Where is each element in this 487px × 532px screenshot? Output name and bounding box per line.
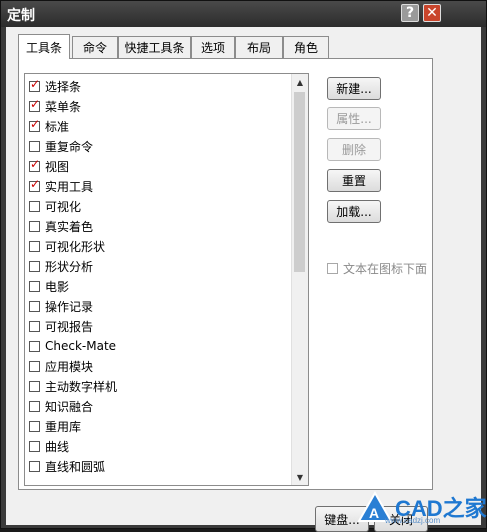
list-item[interactable]: 主动数字样机: [25, 376, 293, 396]
toolbar-checkbox[interactable]: [29, 420, 40, 432]
toolbar-checkbox[interactable]: [29, 340, 40, 352]
toolbar-item-label: 标准: [45, 119, 70, 134]
scroll-up-arrow-icon[interactable]: ▲: [292, 74, 308, 90]
list-item[interactable]: 重复命令: [25, 136, 293, 156]
delete-button[interactable]: 删除: [327, 138, 381, 161]
toolbar-checkbox[interactable]: [29, 140, 40, 152]
toolbar-checkbox[interactable]: [29, 117, 40, 132]
toolbar-item-label: 可视化: [45, 199, 82, 214]
title-bar[interactable]: 定制 ? ✕: [1, 1, 486, 27]
toolbar-item-label: 重用库: [45, 419, 82, 434]
toolbar-item-label: 实用工具: [45, 179, 94, 194]
list-item[interactable]: 可视化: [25, 196, 293, 216]
toolbar-checkbox[interactable]: [29, 320, 40, 332]
toolbar-item-label: 菜单条: [45, 99, 82, 114]
toolbar-item-label: 重复命令: [45, 139, 94, 154]
list-item[interactable]: 直线和圆弧: [25, 456, 293, 476]
list-item[interactable]: 曲线: [25, 436, 293, 456]
toolbar-checkbox[interactable]: [29, 77, 40, 92]
toolbar-checkbox[interactable]: [29, 440, 40, 452]
close-window-button[interactable]: ✕: [423, 4, 441, 22]
toolbar-checkbox[interactable]: [29, 460, 40, 472]
toolbar-item-label: 直线和圆弧: [45, 459, 106, 474]
tab-quick-toolbars[interactable]: 快捷工具条: [118, 36, 191, 58]
toolbar-item-label: 知识融合: [45, 399, 94, 414]
toolbar-list-items: 选择条菜单条标准重复命令视图实用工具可视化真实着色可视化形状形状分析电影操作记录…: [25, 76, 293, 476]
list-item[interactable]: 操作记录: [25, 296, 293, 316]
list-item[interactable]: 可视报告: [25, 316, 293, 336]
toolbar-checkbox[interactable]: [29, 260, 40, 272]
list-item[interactable]: 形状分析: [25, 256, 293, 276]
tab-layout[interactable]: 布局: [235, 36, 283, 58]
toolbar-item-label: 可视化形状: [45, 239, 106, 254]
scroll-down-arrow-icon[interactable]: ▼: [292, 469, 308, 485]
toolbar-item-label: 主动数字样机: [45, 379, 118, 394]
toolbar-checkbox[interactable]: [29, 300, 40, 312]
window-title: 定制: [7, 8, 35, 24]
list-item[interactable]: 可视化形状: [25, 236, 293, 256]
toolbar-item-label: 可视报告: [45, 319, 94, 334]
tab-options[interactable]: 选项: [191, 36, 235, 58]
list-item[interactable]: 真实着色: [25, 216, 293, 236]
toolbar-list[interactable]: 选择条菜单条标准重复命令视图实用工具可视化真实着色可视化形状形状分析电影操作记录…: [24, 73, 309, 486]
list-item[interactable]: 选择条: [25, 76, 293, 96]
new-button[interactable]: 新建...: [327, 77, 381, 100]
list-item[interactable]: 菜单条: [25, 96, 293, 116]
list-item[interactable]: Check-Mate: [25, 336, 293, 356]
tab-commands[interactable]: 命令: [72, 36, 118, 58]
toolbar-item-label: 电影: [45, 279, 70, 294]
toolbar-checkbox[interactable]: [29, 97, 40, 112]
list-item[interactable]: 知识融合: [25, 396, 293, 416]
toolbar-checkbox[interactable]: [29, 220, 40, 232]
svg-text:A: A: [369, 505, 379, 521]
list-item[interactable]: 实用工具: [25, 176, 293, 196]
toolbar-checkbox[interactable]: [29, 360, 40, 372]
list-item[interactable]: 电影: [25, 276, 293, 296]
list-item[interactable]: 应用模块: [25, 356, 293, 376]
help-button[interactable]: ?: [401, 4, 419, 22]
customize-dialog: 定制 ? ✕ 工具条 命令 快捷工具条 选项 布局 角色 选择条菜单条标准重复命…: [0, 0, 487, 532]
toolbar-item-label: 操作记录: [45, 299, 94, 314]
help-icon: ?: [405, 5, 415, 21]
vertical-scrollbar[interactable]: ▲ ▼: [291, 74, 308, 485]
toolbar-checkbox[interactable]: [29, 200, 40, 212]
toolbar-checkbox[interactable]: [29, 177, 40, 192]
dialog-body: 工具条 命令 快捷工具条 选项 布局 角色 选择条菜单条标准重复命令视图实用工具…: [6, 27, 481, 532]
watermark-url: www.cadzj.com: [385, 516, 441, 525]
list-item[interactable]: 标准: [25, 116, 293, 136]
scrollbar-thumb[interactable]: [294, 92, 305, 272]
toolbar-checkbox[interactable]: [29, 380, 40, 392]
toolbar-checkbox[interactable]: [29, 240, 40, 252]
toolbar-item-label: 曲线: [45, 439, 70, 454]
toolbar-checkbox[interactable]: [29, 400, 40, 412]
list-item[interactable]: 视图: [25, 156, 293, 176]
toolbar-checkbox[interactable]: [29, 157, 40, 172]
toolbar-item-label: Check-Mate: [45, 339, 117, 353]
text-below-icon-option[interactable]: 文本在图标下面: [327, 260, 427, 277]
close-icon: ✕: [426, 5, 438, 21]
tab-toolbars[interactable]: 工具条: [18, 34, 70, 59]
watermark-logo: A CAD之家 www.cadzj.com: [357, 490, 487, 529]
toolbar-checkbox[interactable]: [29, 280, 40, 292]
toolbar-item-label: 真实着色: [45, 219, 94, 234]
toolbar-item-label: 形状分析: [45, 259, 94, 274]
properties-button[interactable]: 属性...: [327, 107, 381, 130]
load-button[interactable]: 加载...: [327, 200, 381, 223]
tab-roles[interactable]: 角色: [283, 36, 329, 58]
toolbar-item-label: 视图: [45, 159, 70, 174]
reset-button[interactable]: 重置: [327, 169, 381, 192]
text-below-icon-checkbox[interactable]: [327, 263, 338, 274]
text-below-icon-label: 文本在图标下面: [343, 262, 428, 276]
toolbar-item-label: 选择条: [45, 79, 82, 94]
toolbar-item-label: 应用模块: [45, 359, 94, 374]
list-item[interactable]: 重用库: [25, 416, 293, 436]
